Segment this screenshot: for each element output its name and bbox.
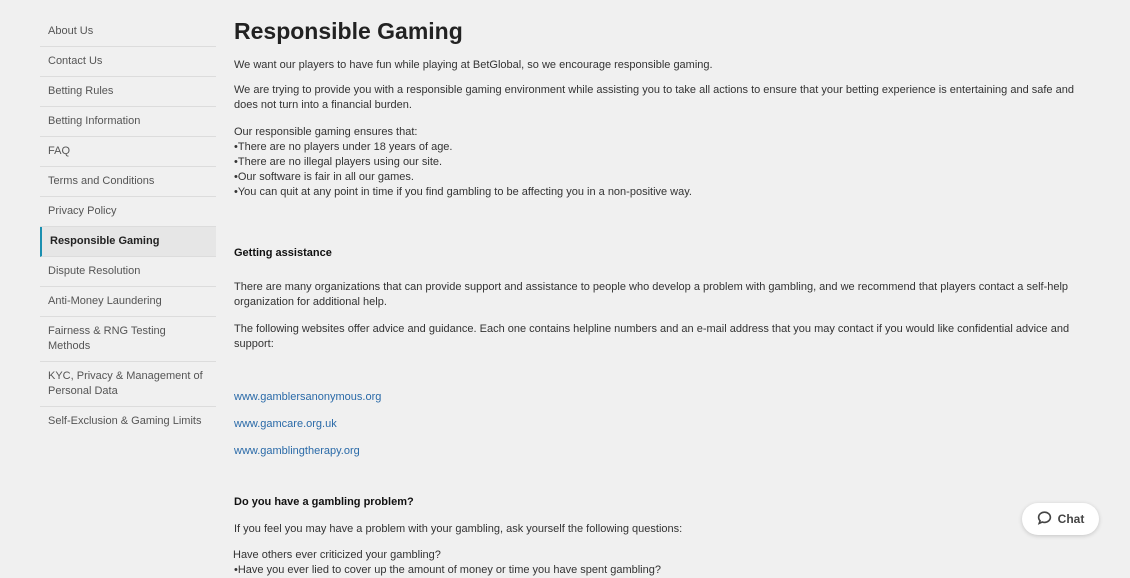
sidebar-item-self-exclusion[interactable]: Self-Exclusion & Gaming Limits [40,407,216,436]
sidebar-item-responsible-gaming[interactable]: Responsible Gaming [40,227,216,257]
ensures-heading: Our responsible gaming ensures that: [234,126,418,138]
question-item: Have others ever criticized your gamblin… [233,549,441,561]
assist-paragraph-1: There are many organizations that can pr… [234,281,1069,308]
chat-bubble-icon [1037,510,1058,528]
problem-paragraph: If you feel you may have a problem with … [234,523,683,535]
sidebar-item-fairness-rng[interactable]: Fairness & RNG Testing Methods [40,317,216,362]
ensures-item: •You can quit at any point in time if yo… [234,186,692,198]
sidebar-item-kyc-privacy[interactable]: KYC, Privacy & Management of Personal Da… [40,362,216,407]
link-gamcare[interactable]: www.gamcare.org.uk [234,417,1094,432]
sidebar-item-faq[interactable]: FAQ [40,137,216,167]
ensures-block: Our responsible gaming ensures that: •Th… [234,125,1094,200]
chat-button[interactable]: Chat [1022,503,1099,535]
sidebar-item-dispute-resolution[interactable]: Dispute Resolution [40,257,216,287]
problem-heading: Do you have a gambling problem? [234,496,414,508]
sidebar-item-terms[interactable]: Terms and Conditions [40,167,216,197]
page-title: Responsible Gaming [234,18,463,44]
question-item: •Have you ever lied to cover up the amou… [234,564,661,576]
ensures-item: •There are no players under 18 years of … [234,141,453,153]
sidebar-item-betting-rules[interactable]: Betting Rules [40,77,216,107]
sidebar-item-contact-us[interactable]: Contact Us [40,47,216,77]
sidebar-item-anti-money-laundering[interactable]: Anti-Money Laundering [40,287,216,317]
link-gambling-therapy[interactable]: www.gamblingtherapy.org [234,444,1094,459]
intro-paragraph-2: We are trying to provide you with a resp… [234,84,1074,111]
link-gamblers-anonymous[interactable]: www.gamblersanonymous.org [234,390,1094,405]
assist-paragraph-2: The following websites offer advice and … [234,323,1070,350]
main-content: Responsible Gaming We want our players t… [233,17,1094,578]
ensures-item: •Our software is fair in all our games. [234,171,414,183]
chat-label: Chat [1057,512,1085,526]
sidebar-nav: About Us Contact Us Betting Rules Bettin… [40,17,216,436]
intro-paragraph-1: We want our players to have fun while pl… [234,59,713,71]
sidebar-item-privacy-policy[interactable]: Privacy Policy [40,197,216,227]
sidebar-item-about-us[interactable]: About Us [40,17,216,47]
sidebar-item-betting-information[interactable]: Betting Information [40,107,216,137]
ensures-item: •There are no illegal players using our … [234,156,443,168]
assist-heading: Getting assistance [234,247,332,259]
